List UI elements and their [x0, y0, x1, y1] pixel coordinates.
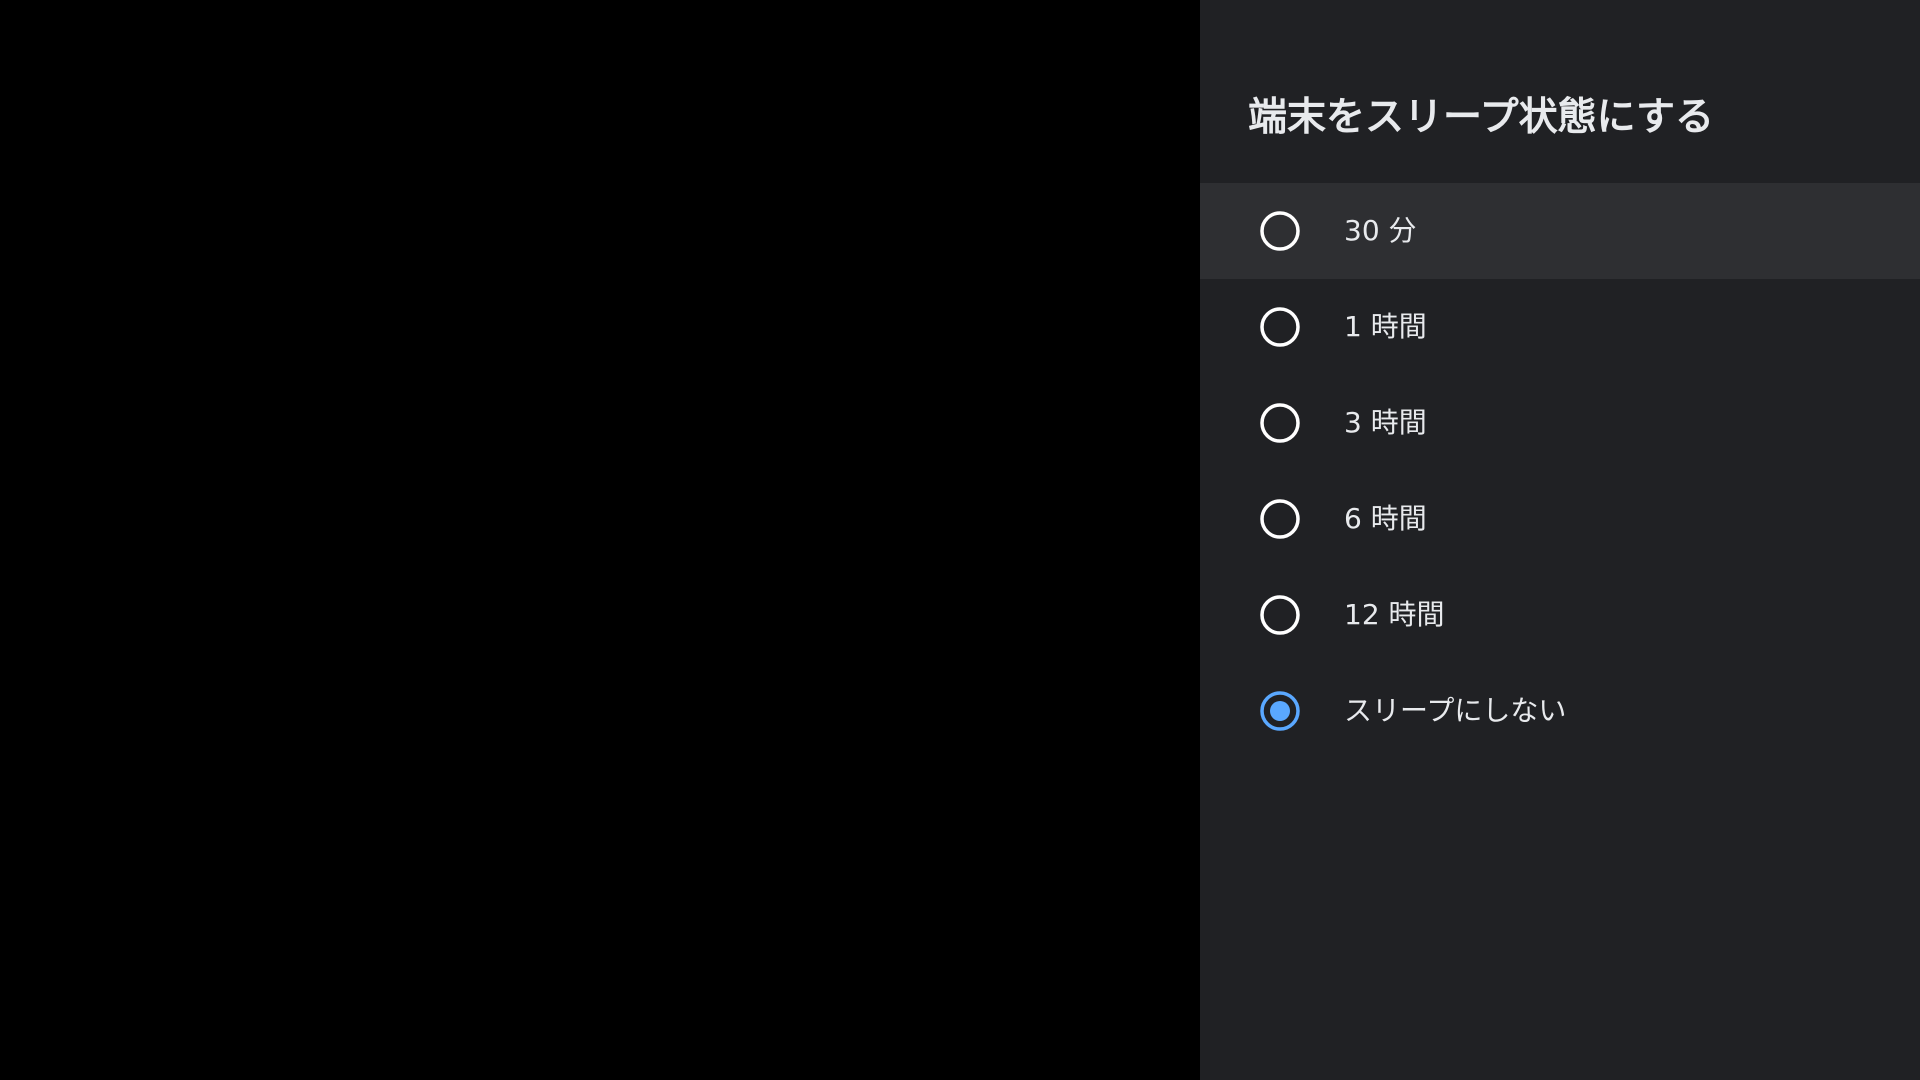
radio-unchecked-icon	[1260, 211, 1300, 251]
tv-screen: 端末をスリープ状態にする 30 分 1 時間 3 時間 6 時間 12 時間 ス…	[0, 0, 1920, 1080]
radio-checked-icon	[1260, 691, 1300, 731]
radio-unchecked-icon	[1260, 307, 1300, 347]
option-12-hours[interactable]: 12 時間	[1200, 567, 1920, 663]
option-label: 12 時間	[1344, 598, 1445, 631]
dimmed-background	[0, 0, 1200, 1080]
option-30-minutes[interactable]: 30 分	[1200, 183, 1920, 279]
radio-unchecked-icon	[1260, 595, 1300, 635]
radio-unchecked-icon	[1260, 499, 1300, 539]
option-1-hour[interactable]: 1 時間	[1200, 279, 1920, 375]
option-label: 30 分	[1344, 214, 1417, 247]
radio-unchecked-icon	[1260, 403, 1300, 443]
option-never-sleep[interactable]: スリープにしない	[1200, 663, 1920, 759]
option-6-hours[interactable]: 6 時間	[1200, 471, 1920, 567]
option-3-hours[interactable]: 3 時間	[1200, 375, 1920, 471]
option-label: 1 時間	[1344, 310, 1427, 343]
option-label: 3 時間	[1344, 406, 1427, 439]
option-label: 6 時間	[1344, 502, 1427, 535]
option-label: スリープにしない	[1344, 694, 1567, 727]
sleep-settings-panel: 端末をスリープ状態にする 30 分 1 時間 3 時間 6 時間 12 時間 ス…	[1200, 0, 1920, 1080]
panel-title: 端末をスリープ状態にする	[1248, 95, 1715, 140]
sleep-options-list: 30 分 1 時間 3 時間 6 時間 12 時間 スリープにしない	[1200, 183, 1920, 759]
